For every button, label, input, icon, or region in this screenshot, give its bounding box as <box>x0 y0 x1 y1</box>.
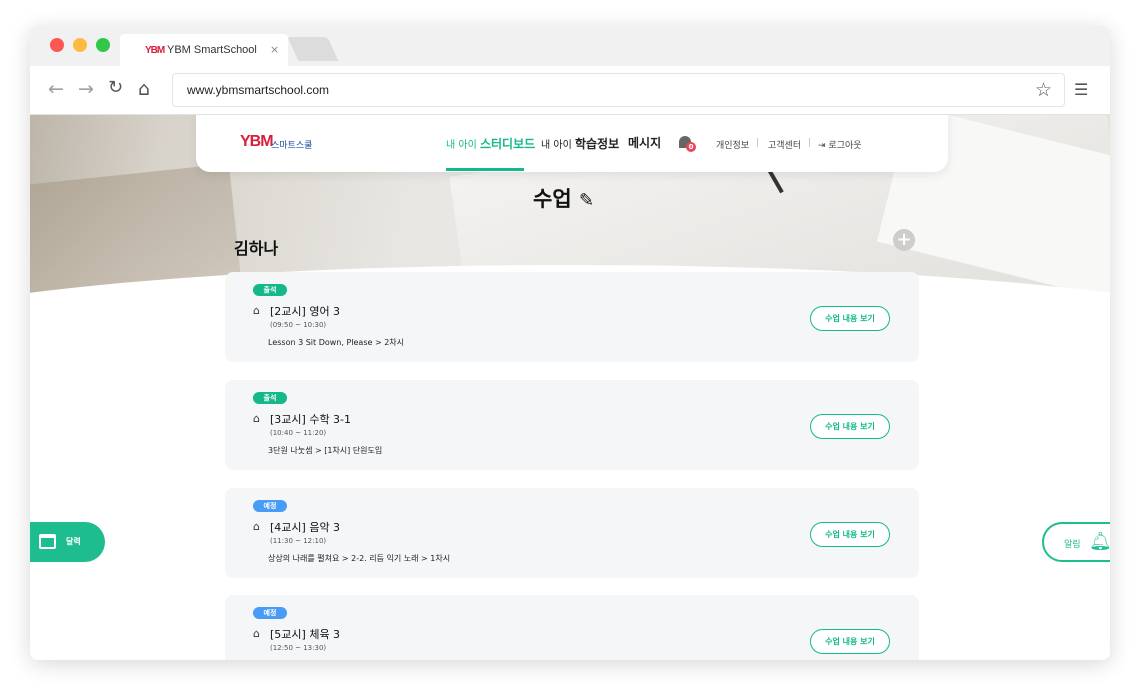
class-lesson: Lesson 3 Sit Down, Please > 2차시 <box>268 338 405 347</box>
url-text[interactable]: www.ybmsmartschool.com <box>187 83 329 97</box>
school-icon: ⌂ <box>253 520 260 533</box>
class-lesson: 상상의 나래를 펼쳐요 > 2-2. 리듬 익기 노래 > 1차시 <box>268 554 451 563</box>
browser-tab[interactable]: YBM YBM SmartSchool × <box>120 34 288 66</box>
view-class-button[interactable]: 수업 내용 보기 <box>810 629 890 654</box>
class-card: 출석 ⌂ [3교시] 수학 3-1 (10:40 ~ 11:20) 3단원 나눗… <box>225 380 919 470</box>
close-window-button[interactable] <box>50 38 64 52</box>
school-icon: ⌂ <box>253 412 260 425</box>
forward-arrow-icon[interactable]: → <box>78 80 94 99</box>
tab-favicon: YBM <box>145 45 165 56</box>
status-badge: 예정 <box>253 500 287 512</box>
school-icon: ⌂ <box>253 304 260 317</box>
view-class-button[interactable]: 수업 내용 보기 <box>810 306 890 331</box>
class-name: [2교시] 영어 3 <box>270 305 341 318</box>
site-header: YBM 스마트스쿨 내 아이 스터디보드 내 아이 학습정보 메시지 0 개인정… <box>196 115 948 172</box>
minimize-window-button[interactable] <box>73 38 87 52</box>
logout-label: 로그아웃 <box>828 141 862 151</box>
support-link[interactable]: 고객센터 <box>768 138 801 151</box>
class-time: (12:50 ~ 13:30) <box>270 644 327 652</box>
nav-messages[interactable]: 메시지 <box>628 134 661 151</box>
calendar-label: 달력 <box>66 537 81 546</box>
nav-learning-prefix: 내 아이 <box>541 140 572 151</box>
notification-count-badge: 0 <box>686 142 696 152</box>
class-time: (11:30 ~ 12:10) <box>270 537 327 545</box>
reload-icon[interactable]: ↻ <box>108 79 123 97</box>
page-title: 수업 ✎ <box>533 183 594 213</box>
logout-link[interactable]: ⇥ 로그아웃 <box>818 138 862 151</box>
star-icon[interactable]: ☆ <box>1035 79 1052 101</box>
active-nav-indicator <box>446 168 524 171</box>
class-time: (10:40 ~ 11:20) <box>270 429 327 437</box>
class-card: 예정 ⌂ [5교시] 체육 3 (12:50 ~ 13:30) 수업 내용 보기 <box>225 595 919 660</box>
tab-title: YBM SmartSchool <box>167 44 257 56</box>
alarm-label: 알림 <box>1064 540 1081 550</box>
notebook-icon: ✎ <box>578 190 595 211</box>
nav-learning-info[interactable]: 내 아이 학습정보 <box>541 135 619 152</box>
address-bar[interactable]: www.ybmsmartschool.com ☆ <box>172 73 1065 107</box>
status-badge: 예정 <box>253 607 287 619</box>
status-badge: 출석 <box>253 392 287 404</box>
tab-strip: YBM YBM SmartSchool × <box>30 26 1110 66</box>
browser-toolbar: ← → ↻ ⌂ www.ybmsmartschool.com ☆ ☰ <box>30 66 1110 115</box>
view-class-button[interactable]: 수업 내용 보기 <box>810 414 890 439</box>
school-icon: ⌂ <box>253 627 260 640</box>
class-time: (09:50 ~ 10:30) <box>270 321 327 329</box>
maximize-window-button[interactable] <box>96 38 110 52</box>
new-tab-button[interactable] <box>287 37 339 61</box>
logout-icon: ⇥ <box>818 141 826 151</box>
brand-name[interactable]: 스마트스쿨 <box>271 138 312 151</box>
class-name: [5교시] 체육 3 <box>270 628 341 641</box>
hamburger-menu-icon[interactable]: ☰ <box>1074 80 1088 99</box>
tab-close-icon[interactable]: × <box>270 43 279 56</box>
divider: | <box>808 138 812 148</box>
bell-icon: 🔔︎ <box>1089 531 1110 552</box>
student-name: 김하나 <box>234 239 279 258</box>
nav-studyboard[interactable]: 내 아이 스터디보드 <box>446 135 535 152</box>
class-name: [4교시] 음악 3 <box>270 521 341 534</box>
back-arrow-icon[interactable]: ← <box>48 80 64 99</box>
nav-learning-label: 학습정보 <box>574 137 620 151</box>
page-title-text: 수업 <box>533 187 572 211</box>
home-icon[interactable]: ⌂ <box>138 80 150 99</box>
add-button[interactable]: + <box>893 229 915 251</box>
class-card: 출석 ⌂ [2교시] 영어 3 (09:50 ~ 10:30) Lesson 3… <box>225 272 919 362</box>
ybm-logo[interactable]: YBM <box>240 133 274 151</box>
page-viewport: YBM 스마트스쿨 내 아이 스터디보드 내 아이 학습정보 메시지 0 개인정… <box>30 115 1110 660</box>
alarm-button[interactable]: 알림 🔔︎ <box>1042 522 1110 562</box>
nav-studyboard-label: 스터디보드 <box>479 137 536 151</box>
calendar-icon <box>39 534 56 549</box>
logo-text: YBM <box>240 133 274 150</box>
view-class-button[interactable]: 수업 내용 보기 <box>810 522 890 547</box>
calendar-button[interactable]: 달력 <box>30 522 105 562</box>
profile-link[interactable]: 개인정보 <box>716 138 749 151</box>
nav-studyboard-prefix: 내 아이 <box>446 140 477 151</box>
class-card: 예정 ⌂ [4교시] 음악 3 (11:30 ~ 12:10) 상상의 나래를 … <box>225 488 919 578</box>
class-name: [3교시] 수학 3-1 <box>270 413 352 426</box>
browser-window: YBM YBM SmartSchool × ← → ↻ ⌂ www.ybmsma… <box>30 26 1110 660</box>
divider: | <box>756 138 760 148</box>
class-lesson: 3단원 나눗셈 > [1차시] 단원도입 <box>268 446 383 455</box>
status-badge: 출석 <box>253 284 287 296</box>
